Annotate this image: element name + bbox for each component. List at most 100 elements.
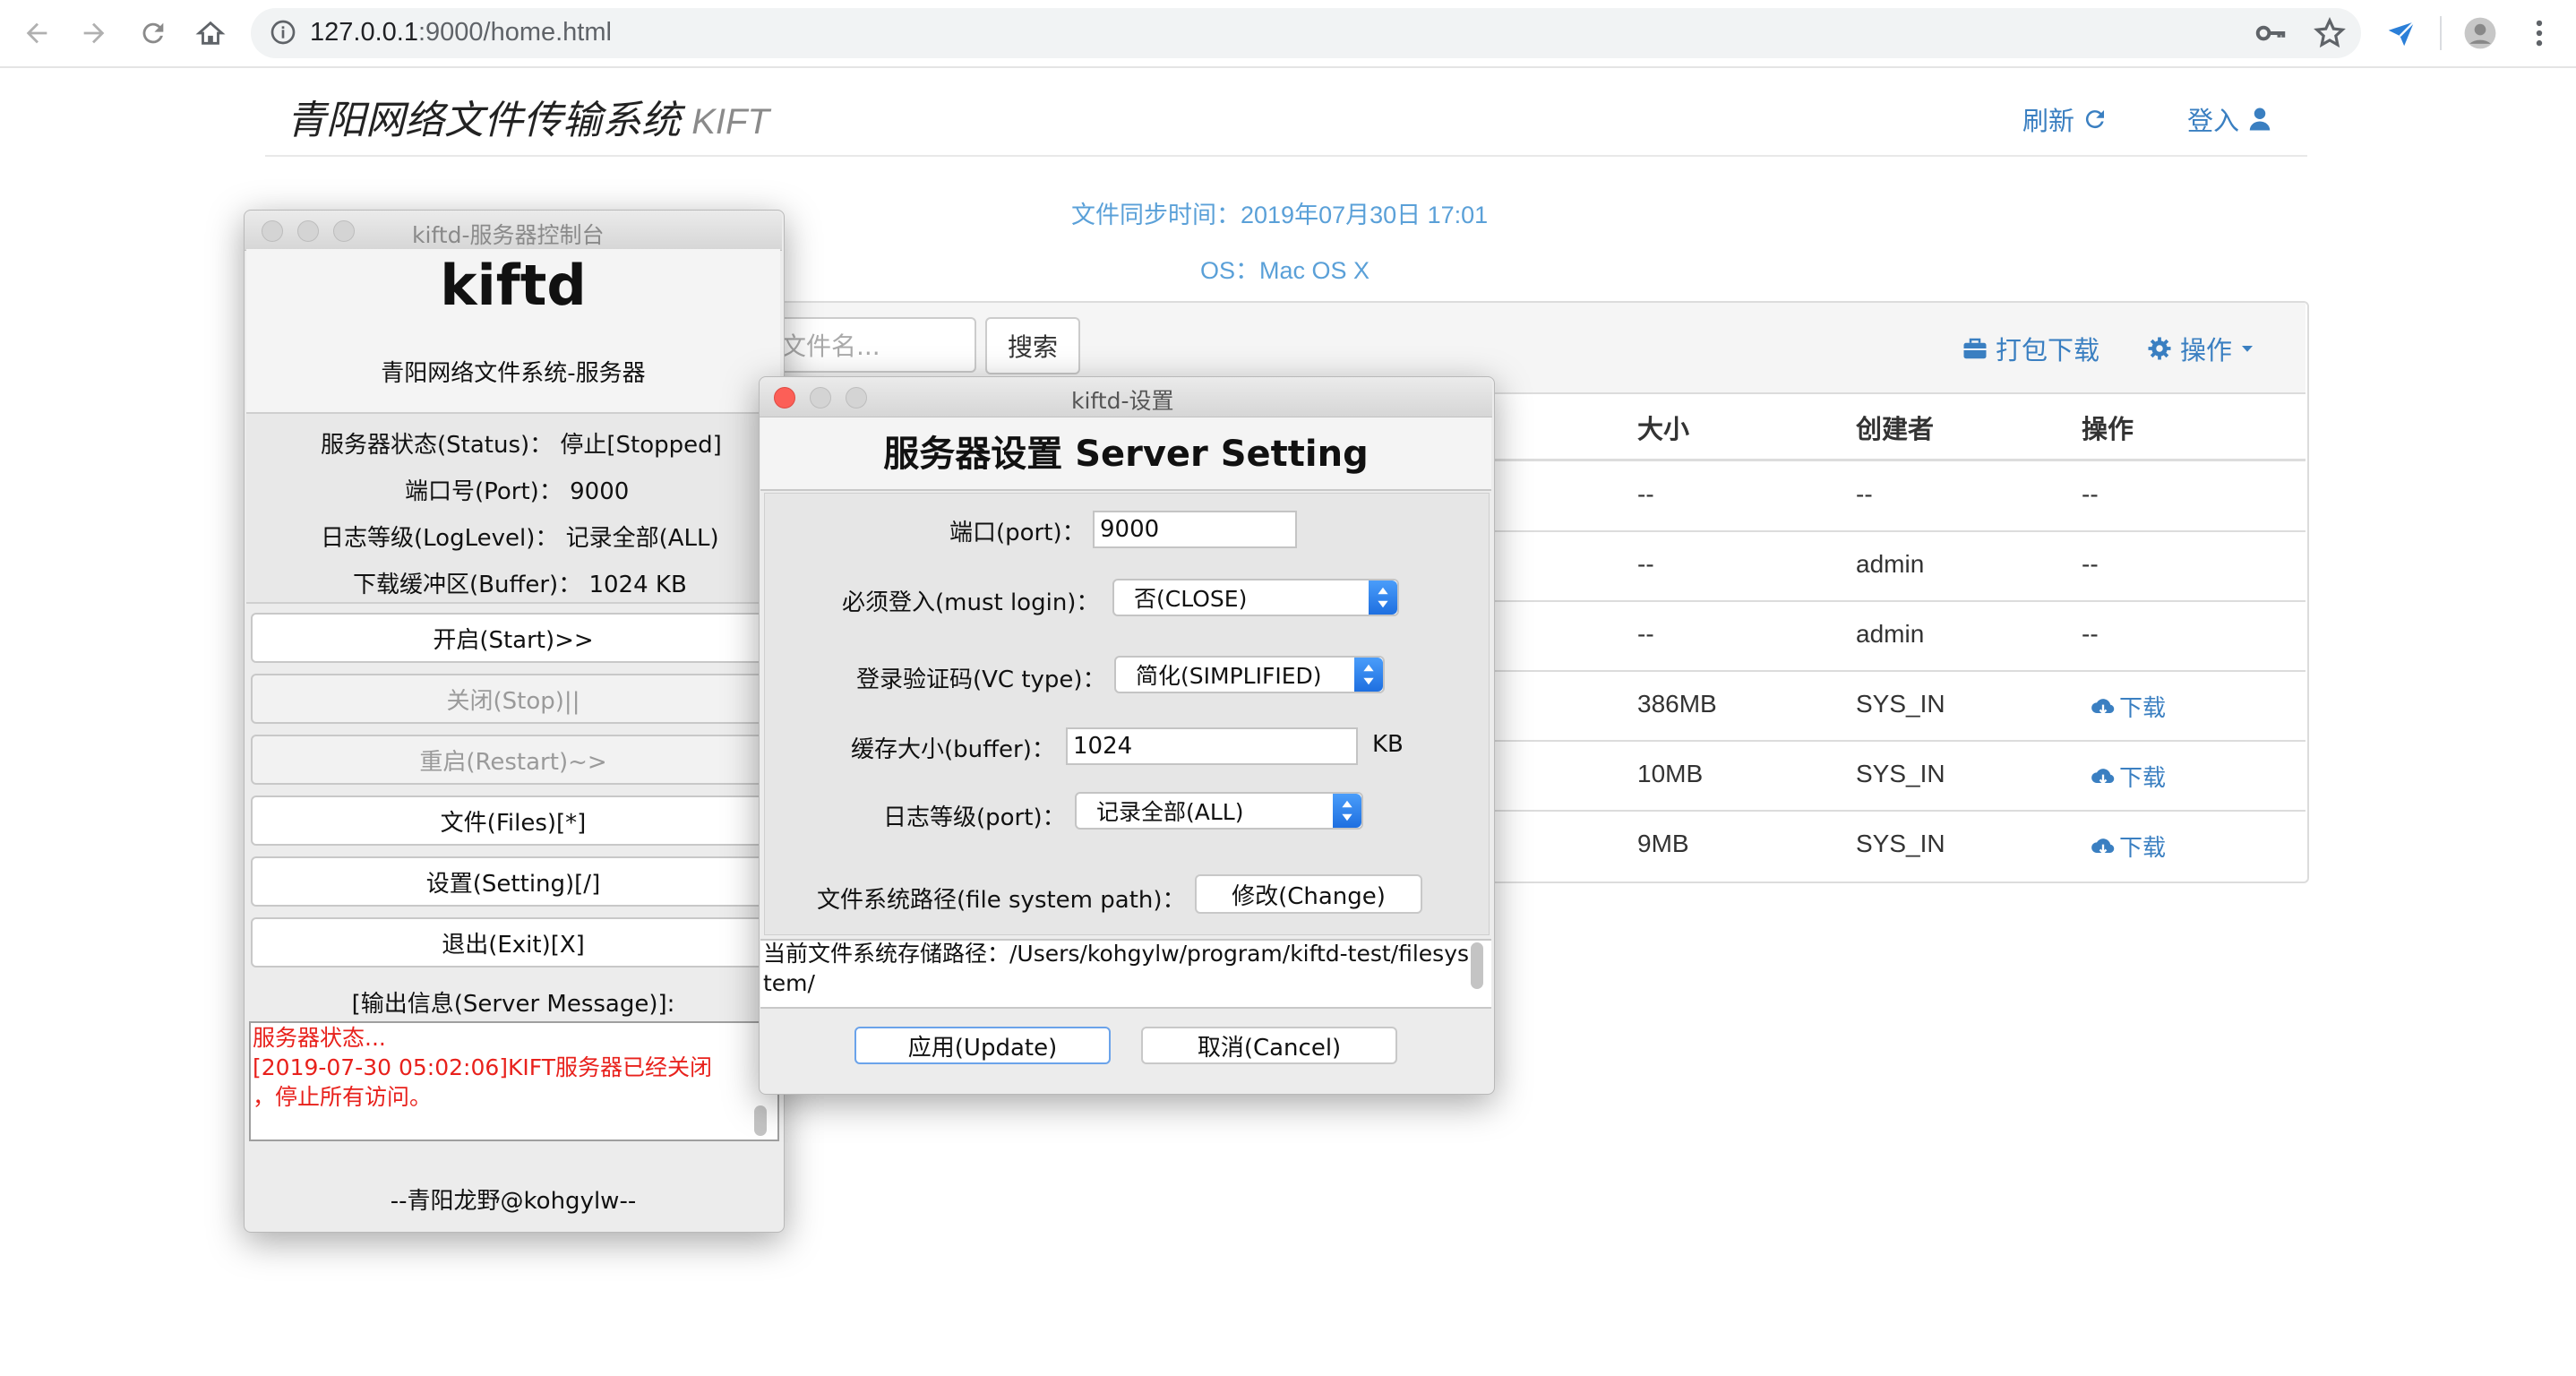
star-icon[interactable] (2313, 16, 2347, 50)
close-window-button[interactable] (262, 220, 283, 242)
message-line: ，停止所有访问。 (253, 1084, 433, 1110)
log-value: 记录全部(ALL) (565, 525, 719, 552)
settings-heading: 服务器设置 Server Setting (883, 434, 1369, 475)
status-label: 服务器状态(Status)： (321, 432, 554, 459)
pack-download-button[interactable]: 打包下载 (1962, 330, 2099, 367)
fs-path-text: 当前文件系统存储路径：/Users/kohgylw/program/kiftd-… (763, 941, 1470, 996)
caret-down-icon (2242, 346, 2254, 352)
search-button[interactable]: 搜索 (985, 317, 1080, 374)
cancel-button[interactable]: 取消(Cancel) (1141, 1027, 1397, 1064)
fs-path-label: 文件系统路径(file system path)： (817, 887, 1186, 914)
message-scrollbar[interactable] (754, 1105, 767, 1136)
port-row: 端口号(Port)： 9000 (405, 473, 629, 506)
row-3-size: -- (1637, 620, 1654, 648)
row-6-download-link[interactable]: 下载 (2091, 830, 2166, 863)
port-value: 9000 (570, 478, 630, 505)
user-icon (2249, 108, 2271, 131)
control-window-title: kiftd-服务器控制台 (412, 222, 605, 248)
login-link[interactable]: 登入 (2187, 100, 2273, 138)
row-4-creator: SYS_IN (1856, 690, 1945, 718)
minimize-window-button[interactable] (297, 220, 319, 242)
row-2-size: -- (1637, 550, 1654, 578)
column-creator[interactable]: 创建者 (1856, 408, 1934, 446)
status-value: 停止[Stopped] (560, 432, 722, 459)
setting-button[interactable]: 设置(Setting)[/] (251, 856, 776, 907)
zoom-window-button[interactable] (846, 387, 867, 408)
forward-icon (83, 22, 105, 44)
vc-type-value: 简化(SIMPLIFIED) (1136, 663, 1322, 689)
path-scrollbar[interactable] (1471, 942, 1483, 989)
message-line: 服务器状态... (253, 1025, 386, 1051)
buffer-input[interactable]: 1024 (1066, 727, 1358, 765)
column-size[interactable]: 大小 (1637, 408, 1689, 446)
server-message-text: 服务器状态... [2019-07-30 05:02:06]KIFT服务器已经关… (253, 1023, 736, 1112)
status-row: 服务器状态(Status)： 停止[Stopped] (321, 426, 722, 460)
row-6-size: 9MB (1637, 830, 1689, 857)
log-level-label: 日志等级(port)： (883, 804, 1066, 831)
pack-download-label: 打包下载 (1996, 335, 2100, 366)
extension-icon[interactable] (2384, 16, 2418, 50)
port-input[interactable]: 9000 (1093, 511, 1297, 548)
log-row: 日志等级(LogLevel)： 记录全部(ALL) (321, 520, 719, 553)
page-title: 青阳网络文件传输系统 KIFT (287, 88, 769, 145)
toolbar-divider (2440, 16, 2442, 50)
page-title-suffix: KIFT (691, 102, 769, 142)
must-login-value: 否(CLOSE) (1134, 586, 1248, 612)
update-button[interactable]: 应用(Update) (854, 1027, 1111, 1064)
os-info: OS：Mac OS X (1200, 257, 1370, 284)
column-ops: 操作 (2082, 414, 2134, 444)
forward-button[interactable] (73, 13, 115, 54)
zoom-window-button[interactable] (333, 220, 355, 242)
menu-icon[interactable] (2522, 16, 2556, 50)
must-login-select[interactable]: 否(CLOSE) (1112, 579, 1399, 616)
row-4-download-label: 下载 (2119, 695, 2167, 722)
row-1-creator: -- (1856, 480, 1873, 508)
info-icon[interactable] (269, 18, 297, 47)
back-button[interactable] (16, 13, 57, 54)
search-input[interactable]: 文件名... (772, 317, 976, 373)
vc-type-select[interactable]: 简化(SIMPLIFIED) (1114, 656, 1385, 693)
footer-credit: --青阳龙野@kohgylw-- (390, 1188, 637, 1215)
url-path: :9000/home.html (417, 18, 612, 47)
close-window-button[interactable] (774, 387, 795, 408)
select-arrows-icon[interactable] (1333, 794, 1361, 828)
minimize-window-button[interactable] (810, 387, 831, 408)
url-host: 127.0.0.1 (310, 18, 418, 47)
exit-button[interactable]: 退出(Exit)[X] (251, 917, 776, 968)
buffer-value: 1024 KB (588, 572, 687, 598)
select-arrows-icon[interactable] (1354, 658, 1383, 692)
buffer-row: 下载缓冲区(Buffer)： 1024 KB (353, 566, 687, 599)
cloud-download-icon (2091, 838, 2115, 855)
key-icon[interactable] (2254, 16, 2288, 50)
row-2-op: -- (2082, 550, 2099, 578)
change-path-button[interactable]: 修改(Change) (1195, 874, 1422, 914)
log-level-select[interactable]: 记录全部(ALL) (1075, 792, 1363, 830)
start-button[interactable]: 开启(Start)>> (251, 613, 776, 663)
row-3-op: -- (2082, 620, 2099, 648)
home-button[interactable] (190, 13, 231, 54)
port-label: 端口号(Port)： (405, 478, 562, 505)
profile-icon[interactable] (2463, 16, 2497, 50)
row-1-op: -- (2082, 480, 2099, 508)
reload-button[interactable] (133, 13, 174, 54)
gear-icon (2148, 337, 2171, 360)
vc-type-label: 登录验证码(VC type)： (856, 666, 1106, 693)
files-button[interactable]: 文件(Files)[*] (251, 796, 776, 846)
refresh-label: 刷新 (2022, 108, 2075, 136)
refresh-link[interactable]: 刷新 (2022, 100, 2108, 138)
row-5-download-link[interactable]: 下载 (2091, 760, 2166, 793)
app-subtitle: 青阳网络文件系统-服务器 (381, 360, 646, 387)
actions-dropdown[interactable]: 操作 (2146, 330, 2255, 367)
row-4-download-link[interactable]: 下载 (2091, 690, 2166, 723)
must-login-label: 必须登入(must login)： (842, 589, 1100, 616)
row-6-download-label: 下载 (2119, 835, 2167, 862)
stop-button[interactable]: 关闭(Stop)|| (251, 674, 776, 724)
message-line: [2019-07-30 05:02:06]KIFT服务器已经关闭 (253, 1054, 713, 1080)
url-text[interactable]: 127.0.0.1:9000/home.html (310, 14, 612, 50)
buffer-label: 缓存大小(buffer)： (851, 736, 1055, 763)
output-label: [输出信息(Server Message)]: (351, 991, 675, 1018)
select-arrows-icon[interactable] (1369, 580, 1397, 615)
buffer-unit: KB (1372, 731, 1404, 758)
log-label: 日志等级(LogLevel)： (321, 525, 559, 552)
restart-button[interactable]: 重启(Restart)~> (251, 735, 776, 785)
